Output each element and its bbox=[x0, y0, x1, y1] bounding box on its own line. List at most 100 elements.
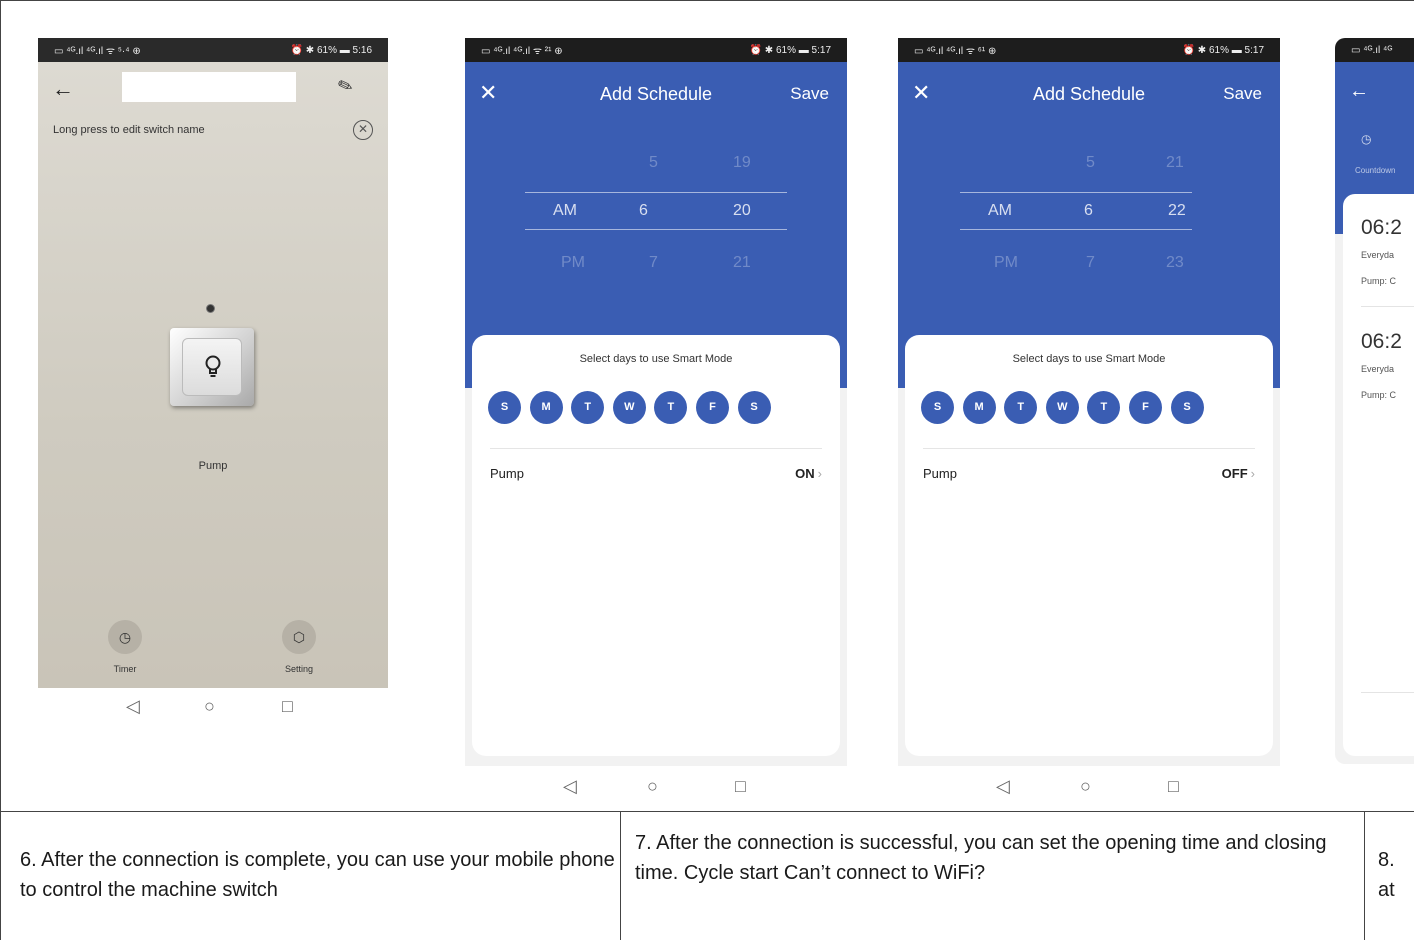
add-schedule-on-screen: ▭ ⁴ᴳ.ıl ⁴ᴳ.ıl ᯤ ²¹ ⊕ ⏰ ✱ 61% ▬ 5:17 ✕ Ad… bbox=[465, 38, 847, 766]
ampm-selected[interactable]: AM bbox=[988, 202, 1012, 220]
android-nav-bar: ◁ ○ □ bbox=[465, 776, 847, 800]
day-thursday[interactable]: T bbox=[654, 391, 688, 424]
days-hint: Select days to use Smart Mode bbox=[579, 353, 733, 365]
switch-control-screen: ▭ ⁴ᴳ.ıl ⁴ᴳ.ıl ᯤ ⁵·⁴ ⊕ ⏰ ✱ 61% ▬ 5:16 ← ✎… bbox=[38, 38, 388, 688]
status-bar: ▭ ⁴ᴳ.ıl ⁴ᴳ bbox=[1335, 38, 1414, 62]
edit-pencil-icon[interactable]: ✎ bbox=[335, 74, 356, 99]
timer-label: Timer bbox=[113, 664, 137, 674]
day-thursday[interactable]: T bbox=[1087, 391, 1121, 424]
divider bbox=[1361, 692, 1414, 693]
status-battery-time: ⏰ ✱ 61% ▬ 5:17 bbox=[749, 44, 831, 56]
ampm-option[interactable]: PM bbox=[994, 254, 1018, 272]
divider bbox=[923, 448, 1255, 449]
day-saturday[interactable]: S bbox=[1170, 391, 1204, 424]
android-nav-bar: ◁ ○ □ bbox=[898, 776, 1280, 800]
clock-icon[interactable]: ◷ bbox=[1361, 132, 1371, 146]
day-sunday[interactable]: S bbox=[488, 391, 521, 424]
schedule-time[interactable]: 06:2 bbox=[1361, 330, 1402, 354]
divider bbox=[1361, 306, 1414, 307]
nav-back-icon[interactable]: ◁ bbox=[563, 776, 577, 797]
nav-recents-icon[interactable]: □ bbox=[282, 696, 293, 717]
status-battery-time: ⏰ ✱ 61% ▬ 5:17 bbox=[1182, 44, 1264, 56]
pump-row-label[interactable]: Pump bbox=[923, 466, 957, 481]
picker-select-line bbox=[525, 192, 787, 193]
pump-state: OFF bbox=[1221, 466, 1248, 481]
setting-label: Setting bbox=[284, 664, 314, 674]
back-arrow-icon[interactable]: ← bbox=[52, 76, 74, 102]
schedule-list-card: 06:2 Everyda Pump: C 06:2 Everyda Pump: … bbox=[1343, 194, 1414, 756]
chevron-right-icon: › bbox=[817, 466, 822, 481]
minute-option[interactable]: 21 bbox=[733, 254, 751, 272]
pump-action-value[interactable]: OFF › bbox=[1222, 466, 1255, 481]
ampm-option[interactable]: PM bbox=[561, 254, 585, 272]
hour-option[interactable]: 7 bbox=[1086, 254, 1095, 272]
minute-option[interactable]: 23 bbox=[1166, 254, 1184, 272]
settings-icon: ⬡ bbox=[292, 629, 306, 645]
table-row-divider bbox=[0, 811, 1414, 812]
status-bar: ▭ ⁴ᴳ.ıl ⁴ᴳ.ıl ᯤ ²¹ ⊕ ⏰ ✱ 61% ▬ 5:17 bbox=[465, 38, 847, 62]
day-monday[interactable]: M bbox=[962, 391, 996, 424]
day-friday[interactable]: F bbox=[695, 391, 729, 424]
schedule-time[interactable]: 06:2 bbox=[1361, 216, 1402, 240]
weekday-selector: S M T W T F S bbox=[921, 391, 1204, 424]
day-tuesday[interactable]: T bbox=[571, 391, 605, 424]
lightbulb-icon bbox=[205, 355, 221, 377]
table-cell-divider bbox=[620, 811, 621, 940]
hour-option[interactable]: 5 bbox=[1086, 154, 1095, 172]
day-tuesday[interactable]: T bbox=[1004, 391, 1038, 424]
minute-option[interactable]: 19 bbox=[733, 154, 751, 172]
nav-home-icon[interactable]: ○ bbox=[204, 696, 215, 717]
schedule-action: Pump: C bbox=[1361, 276, 1397, 286]
nav-back-icon[interactable]: ◁ bbox=[126, 696, 140, 717]
status-signal: ▭ ⁴ᴳ.ıl ⁴ᴳ.ıl ᯤ ⁵·⁴ ⊕ bbox=[54, 46, 141, 57]
day-friday[interactable]: F bbox=[1128, 391, 1162, 424]
tab-countdown[interactable]: Countdown bbox=[1355, 166, 1395, 175]
add-schedule-off-screen: ▭ ⁴ᴳ.ıl ⁴ᴳ.ıl ᯤ ⁶¹ ⊕ ⏰ ✱ 61% ▬ 5:17 ✕ Ad… bbox=[898, 38, 1280, 766]
save-button[interactable]: Save bbox=[1223, 84, 1262, 104]
pump-state: ON bbox=[795, 466, 815, 481]
nav-recents-icon[interactable]: □ bbox=[1168, 776, 1179, 797]
hour-option[interactable]: 5 bbox=[649, 154, 658, 172]
status-signal: ▭ ⁴ᴳ.ıl ⁴ᴳ.ıl ᯤ ⁶¹ ⊕ bbox=[914, 46, 997, 57]
schedule-repeat: Everyda bbox=[1361, 250, 1395, 260]
setting-button[interactable]: ⬡ bbox=[282, 620, 316, 654]
chevron-right-icon: › bbox=[1250, 466, 1255, 481]
dismiss-hint-icon[interactable]: ✕ bbox=[353, 120, 373, 140]
minute-selected[interactable]: 20 bbox=[733, 202, 751, 220]
nav-recents-icon[interactable]: □ bbox=[735, 776, 746, 797]
day-saturday[interactable]: S bbox=[737, 391, 771, 424]
status-signal: ▭ ⁴ᴳ.ıl ⁴ᴳ.ıl ᯤ ²¹ ⊕ bbox=[481, 46, 563, 57]
caption-step-6: 6. After the connection is complete, you… bbox=[20, 849, 615, 901]
hour-selected[interactable]: 6 bbox=[639, 202, 648, 220]
hour-selected[interactable]: 6 bbox=[1084, 202, 1093, 220]
status-bar: ▭ ⁴ᴳ.ıl ⁴ᴳ.ıl ᯤ ⁵·⁴ ⊕ ⏰ ✱ 61% ▬ 5:16 bbox=[38, 38, 388, 62]
timer-button[interactable]: ◷ bbox=[108, 620, 142, 654]
hour-option[interactable]: 7 bbox=[649, 254, 658, 272]
minute-option[interactable]: 21 bbox=[1166, 154, 1184, 172]
pump-switch-button[interactable] bbox=[170, 328, 254, 406]
day-wednesday[interactable]: W bbox=[1045, 391, 1079, 424]
device-label: Pump bbox=[198, 460, 228, 472]
status-signal: ▭ ⁴ᴳ.ıl ⁴ᴳ bbox=[1351, 44, 1393, 56]
pump-action-value[interactable]: ON › bbox=[795, 466, 822, 481]
schedule-options-card: Select days to use Smart Mode S M T W T … bbox=[905, 335, 1273, 756]
picker-select-line bbox=[525, 229, 787, 230]
nav-home-icon[interactable]: ○ bbox=[647, 776, 658, 797]
nav-home-icon[interactable]: ○ bbox=[1080, 776, 1091, 797]
back-arrow-icon[interactable]: ← bbox=[1349, 80, 1369, 103]
divider bbox=[490, 448, 822, 449]
ampm-selected[interactable]: AM bbox=[553, 202, 577, 220]
pump-row-label[interactable]: Pump bbox=[490, 466, 524, 481]
day-wednesday[interactable]: W bbox=[612, 391, 646, 424]
save-button[interactable]: Save bbox=[790, 84, 829, 104]
schedule-list-screen: ▭ ⁴ᴳ.ıl ⁴ᴳ ← ◷ Countdown 06:2 Everyda Pu… bbox=[1335, 38, 1414, 764]
minute-selected[interactable]: 22 bbox=[1168, 202, 1186, 220]
clock-icon: ◷ bbox=[118, 629, 132, 645]
status-battery-time: ⏰ ✱ 61% ▬ 5:16 bbox=[290, 44, 372, 56]
day-monday[interactable]: M bbox=[529, 391, 563, 424]
nav-back-icon[interactable]: ◁ bbox=[996, 776, 1010, 797]
day-sunday[interactable]: S bbox=[921, 391, 954, 424]
table-cell-divider bbox=[1364, 811, 1365, 940]
schedule-options-card: Select days to use Smart Mode S M T W T … bbox=[472, 335, 840, 756]
device-name-field[interactable] bbox=[122, 72, 296, 102]
